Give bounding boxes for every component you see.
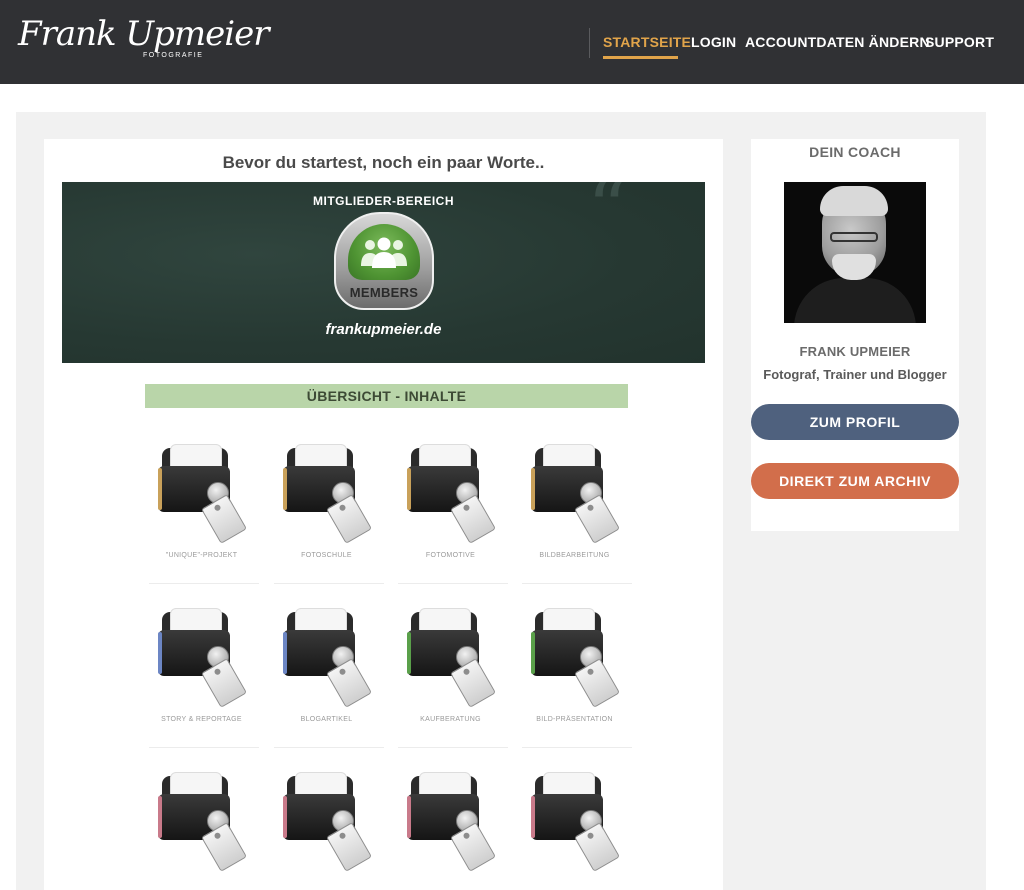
folder-edge bbox=[531, 796, 535, 838]
tag-hole bbox=[586, 503, 595, 512]
folder-edge bbox=[158, 632, 162, 674]
portrait-hair bbox=[820, 186, 888, 216]
folder-edge bbox=[407, 632, 411, 674]
content-tile[interactable]: FOTOSCHULE bbox=[270, 435, 384, 584]
tile-label: STORY & REPORTAGE bbox=[161, 716, 242, 723]
folder-edge bbox=[158, 796, 162, 838]
folder-edge bbox=[407, 796, 411, 838]
content-tile[interactable]: FOTOMOTIVE bbox=[394, 435, 508, 584]
content-tile[interactable]: "UNIQUE"-PROJEKT bbox=[145, 435, 259, 584]
tag-hole bbox=[213, 503, 222, 512]
folder-edge bbox=[407, 468, 411, 510]
tile-label: KAUFBERATUNG bbox=[420, 716, 481, 723]
users-group-icon bbox=[361, 237, 407, 268]
tile-separator bbox=[522, 747, 632, 748]
coach-title: DEIN COACH bbox=[809, 144, 901, 160]
tag-hole bbox=[338, 831, 347, 840]
tag-hole bbox=[586, 667, 595, 676]
overview-heading: ÜBERSICHT - INHALTE bbox=[145, 384, 628, 408]
archive-button[interactable]: DIREKT ZUM ARCHIV bbox=[751, 463, 959, 499]
banner-domain: frankupmeier.de bbox=[325, 321, 442, 338]
tile-separator bbox=[274, 583, 384, 584]
nav-active-underline bbox=[603, 56, 678, 59]
tag-hole bbox=[462, 503, 471, 512]
content-tile[interactable] bbox=[145, 763, 258, 890]
coach-description: Fotograf, Trainer und Blogger bbox=[763, 367, 947, 382]
tile-label: BILD-PRÄSENTATION bbox=[536, 716, 613, 723]
tile-separator bbox=[149, 583, 259, 584]
tile-label: "UNIQUE"-PROJEKT bbox=[165, 552, 238, 559]
tag-hole bbox=[586, 831, 595, 840]
badge-label: MEMBERS bbox=[349, 285, 419, 300]
portrait-beard bbox=[832, 254, 876, 280]
banner-heading: MITGLIEDER-BEREICH bbox=[313, 194, 454, 208]
folder-edge bbox=[283, 632, 287, 674]
portrait-body bbox=[794, 278, 916, 323]
tag-hole bbox=[462, 831, 471, 840]
tile-label: FOTOMOTIVE bbox=[425, 552, 476, 559]
tag-hole bbox=[213, 831, 222, 840]
members-banner: “ MITGLIEDER-BEREICH MEMBERS frankupmeie… bbox=[62, 182, 705, 363]
tile-label: FOTOSCHULE bbox=[301, 552, 352, 559]
tag-hole bbox=[213, 667, 222, 676]
coach-portrait bbox=[784, 182, 926, 323]
folder-edge bbox=[158, 468, 162, 510]
tag-hole bbox=[338, 503, 347, 512]
content-tile[interactable]: KAUFBERATUNG bbox=[394, 599, 508, 748]
page-title: Bevor du startest, noch ein paar Worte.. bbox=[222, 153, 545, 172]
folder-edge bbox=[531, 632, 535, 674]
site-header: Frank Upmeier FOTOGRAFIE STARTSEITE LOGI… bbox=[0, 0, 1024, 84]
content-tile[interactable] bbox=[518, 763, 631, 890]
content-tile[interactable]: BILDBEARBEITUNG bbox=[518, 435, 632, 584]
content-tile[interactable]: BLOGARTIKEL bbox=[270, 599, 384, 748]
content-tile[interactable]: STORY & REPORTAGE bbox=[145, 599, 259, 748]
content-tile[interactable] bbox=[270, 763, 383, 890]
tile-separator bbox=[274, 747, 384, 748]
nav-divider bbox=[589, 28, 590, 58]
nav-item-support[interactable]: SUPPORT bbox=[925, 34, 994, 50]
main-nav: STARTSEITE LOGIN ACCOUNTDATEN ÄNDERN SUP… bbox=[0, 0, 1024, 84]
tile-separator bbox=[522, 583, 632, 584]
tile-label: BILDBEARBEITUNG bbox=[539, 552, 610, 559]
content-tile[interactable]: BILD-PRÄSENTATION bbox=[518, 599, 632, 748]
tile-separator bbox=[398, 747, 508, 748]
nav-item-accountdaten[interactable]: ACCOUNTDATEN ÄNDERN bbox=[745, 34, 930, 50]
coach-name: FRANK UPMEIER bbox=[799, 344, 911, 359]
folder-edge bbox=[531, 468, 535, 510]
members-badge-icon: MEMBERS bbox=[334, 212, 434, 310]
tile-separator bbox=[398, 583, 508, 584]
tag-hole bbox=[338, 667, 347, 676]
profile-button[interactable]: ZUM PROFIL bbox=[751, 404, 959, 440]
content-tile[interactable] bbox=[394, 763, 507, 890]
main-content: Bevor du startest, noch ein paar Worte..… bbox=[44, 139, 723, 890]
coach-sidebar: DEIN COACH FRANK UPMEIER Fotograf, Train… bbox=[751, 139, 959, 531]
portrait-glasses bbox=[830, 232, 878, 242]
tile-label: BLOGARTIKEL bbox=[300, 716, 353, 723]
quote-mark-icon: “ bbox=[587, 182, 628, 255]
folder-edge bbox=[283, 796, 287, 838]
folder-edge bbox=[283, 468, 287, 510]
nav-item-startseite[interactable]: STARTSEITE bbox=[603, 34, 691, 50]
nav-item-login[interactable]: LOGIN bbox=[691, 34, 736, 50]
tile-separator bbox=[149, 747, 259, 748]
tag-hole bbox=[462, 667, 471, 676]
